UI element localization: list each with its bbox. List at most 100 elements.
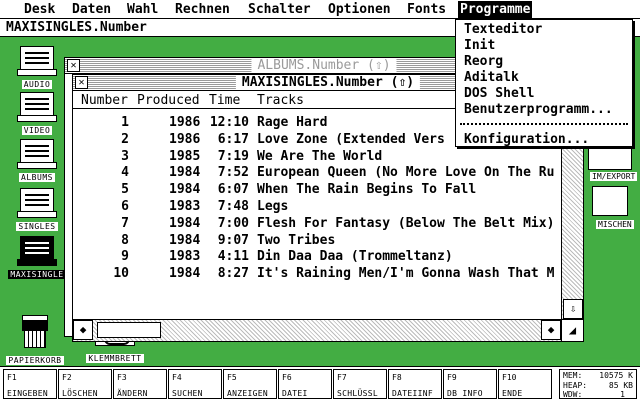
cell-number: 1 bbox=[121, 115, 129, 130]
table-row[interactable]: 5 1984 6:07 When The Rain Begins To Fall bbox=[73, 182, 559, 199]
cell-track: Love Zone (Extended Vers bbox=[257, 131, 445, 147]
desktop-icon-label: AUDIO bbox=[21, 80, 53, 89]
scroll-left-icon[interactable]: ◆ bbox=[73, 320, 93, 340]
fkey-label: DB INFO bbox=[447, 389, 483, 398]
wdw-value: 1 bbox=[620, 390, 625, 399]
database-file-icon bbox=[17, 236, 57, 266]
table-row[interactable]: 4 1984 7:52 European Queen (No More Love On… bbox=[73, 165, 559, 182]
cell-time: 4:11 bbox=[217, 249, 249, 265]
desktop-icon-singles[interactable]: SINGLES bbox=[4, 188, 70, 233]
table-row[interactable]: 9 1983 4:11 Din Daa Daa (Trommeltanz) bbox=[73, 249, 559, 266]
fkey-label: ANZEIGEN bbox=[227, 389, 268, 398]
cell-number: 10 bbox=[113, 266, 129, 282]
menu-fonts[interactable]: Fonts bbox=[405, 1, 448, 18]
heap-label: HEAP: bbox=[563, 380, 588, 390]
fkey-number: F7 bbox=[337, 373, 347, 382]
desktop-icon-label: KLEMMBRETT bbox=[86, 354, 144, 363]
horizontal-scroll-thumb[interactable] bbox=[97, 322, 161, 338]
menu-item-konfiguration[interactable]: Konfiguration... bbox=[464, 132, 589, 148]
cell-track: Din Daa Daa (Trommeltanz) bbox=[257, 249, 453, 265]
menu-item-init[interactable]: Init bbox=[464, 38, 495, 54]
cell-number: 5 bbox=[121, 182, 129, 198]
cell-number: 3 bbox=[121, 148, 129, 164]
cell-track: Two Tribes bbox=[257, 232, 336, 248]
desktop-icon-label: MISCHEN bbox=[596, 220, 634, 229]
fkey-number: F2 bbox=[62, 373, 72, 382]
cell-time: 7:48 bbox=[217, 198, 249, 214]
table-row[interactable]: 3 1985 7:19 We Are The World bbox=[73, 149, 559, 166]
cell-number: 9 bbox=[121, 249, 129, 265]
fkey-f4[interactable]: F4 SUCHEN bbox=[168, 369, 222, 399]
column-produced[interactable]: Produced bbox=[137, 92, 200, 109]
cell-track: When The Rain Begins To Fall bbox=[257, 182, 477, 198]
column-time[interactable]: Time bbox=[209, 92, 240, 109]
desktop-icon-albums[interactable]: ALBUMS bbox=[4, 139, 70, 184]
cell-time: 12:10 bbox=[209, 115, 249, 130]
scroll-down-icon[interactable]: ⇩ bbox=[563, 299, 583, 319]
fkey-label: EINGEBEN bbox=[7, 389, 48, 398]
horizontal-scrollbar[interactable]: ◆ ◆ bbox=[73, 319, 561, 341]
menu-desk[interactable]: Desk bbox=[22, 1, 57, 18]
desktop-icon-video[interactable]: VIDEO bbox=[4, 92, 70, 137]
cell-number: 8 bbox=[121, 232, 129, 248]
fkey-f10[interactable]: F10 ENDE bbox=[498, 369, 552, 399]
desktop-icon-audio[interactable]: AUDIO bbox=[4, 46, 70, 91]
table-row[interactable]: 10 1984 8:27 It's Raining Men/I'm Gonna Was… bbox=[73, 266, 559, 283]
column-tracks[interactable]: Tracks bbox=[257, 92, 304, 109]
menu-daten[interactable]: Daten bbox=[70, 1, 113, 18]
mem-value: 10575 K bbox=[599, 371, 633, 380]
mischen-icon[interactable] bbox=[592, 186, 628, 216]
cell-time: 7:52 bbox=[217, 165, 249, 181]
fkey-f1[interactable]: F1 EINGEBEN bbox=[3, 369, 57, 399]
fkey-f9[interactable]: F9 DB INFO bbox=[443, 369, 497, 399]
fkey-f2[interactable]: F2 LÖSCHEN bbox=[58, 369, 112, 399]
menu-optionen[interactable]: Optionen bbox=[326, 1, 393, 18]
table-row[interactable]: 6 1983 7:48 Legs bbox=[73, 199, 559, 216]
cell-time: 7:19 bbox=[217, 148, 249, 164]
cell-track: European Queen (No More Love On The Ru bbox=[257, 165, 555, 181]
fkey-f5[interactable]: F5 ANZEIGEN bbox=[223, 369, 277, 399]
menu-separator bbox=[460, 123, 628, 125]
desktop-icon-label: MAXISINGLE bbox=[8, 270, 66, 279]
close-icon[interactable]: ✕ bbox=[75, 76, 88, 89]
menu-item-aditalk[interactable]: Aditalk bbox=[464, 70, 519, 86]
resize-icon[interactable]: ◢ bbox=[561, 319, 583, 341]
fkey-f3[interactable]: F3 ÄNDERN bbox=[113, 369, 167, 399]
desktop-icon-maxisingle[interactable]: MAXISINGLE bbox=[4, 236, 70, 281]
cell-number: 4 bbox=[121, 165, 129, 181]
fkey-label: DATEI bbox=[282, 389, 308, 398]
column-number[interactable]: Number bbox=[81, 92, 128, 109]
desktop-icon-papierkorb[interactable]: PAPIERKORB bbox=[2, 315, 68, 367]
table-row[interactable]: 8 1984 9:07 Two Tribes bbox=[73, 233, 559, 250]
menu-item-reorg[interactable]: Reorg bbox=[464, 54, 503, 70]
cell-time: 6:07 bbox=[217, 182, 249, 198]
menu-item-benutzerprogramm[interactable]: Benutzerprogramm... bbox=[464, 102, 613, 118]
trash-can-icon bbox=[22, 315, 48, 348]
fkey-f6[interactable]: F6 DATEI bbox=[278, 369, 332, 399]
menu-item-dos-shell[interactable]: DOS Shell bbox=[464, 86, 534, 102]
desktop-icon-label: VIDEO bbox=[21, 126, 53, 135]
im-export-icon[interactable] bbox=[588, 146, 632, 170]
cell-track: It's Raining Men/I'm Gonna Wash That M bbox=[257, 266, 555, 282]
fkey-number: F10 bbox=[502, 373, 517, 382]
table-row[interactable]: 7 1984 7:00 Flesh For Fantasy (Below The Be… bbox=[73, 216, 559, 233]
fkey-number: F6 bbox=[282, 373, 292, 382]
cell-track: Flesh For Fantasy (Below The Belt Mix) bbox=[257, 215, 555, 231]
mem-label: MEM: bbox=[563, 371, 583, 380]
cell-produced: 1986 bbox=[169, 115, 201, 130]
menu-item-texteditor[interactable]: Texteditor bbox=[464, 22, 542, 38]
menu-schalter[interactable]: Schalter bbox=[246, 1, 313, 18]
desktop-icon-label: PAPIERKORB bbox=[6, 356, 64, 365]
cell-time: 6:17 bbox=[217, 131, 249, 147]
fkey-label: ENDE bbox=[502, 389, 523, 398]
menu-rechnen[interactable]: Rechnen bbox=[173, 1, 232, 18]
cell-produced: 1983 bbox=[169, 198, 201, 214]
cell-number: 7 bbox=[121, 215, 129, 231]
menu-programme[interactable]: Programme bbox=[458, 1, 533, 18]
fkey-f7[interactable]: F7 SCHLÜSSL bbox=[333, 369, 387, 399]
scroll-right-icon[interactable]: ◆ bbox=[541, 320, 561, 340]
fkey-f8[interactable]: F8 DATEIINF bbox=[388, 369, 442, 399]
close-icon[interactable]: ✕ bbox=[67, 59, 80, 72]
cell-produced: 1984 bbox=[169, 182, 201, 198]
menu-wahl[interactable]: Wahl bbox=[125, 1, 160, 18]
